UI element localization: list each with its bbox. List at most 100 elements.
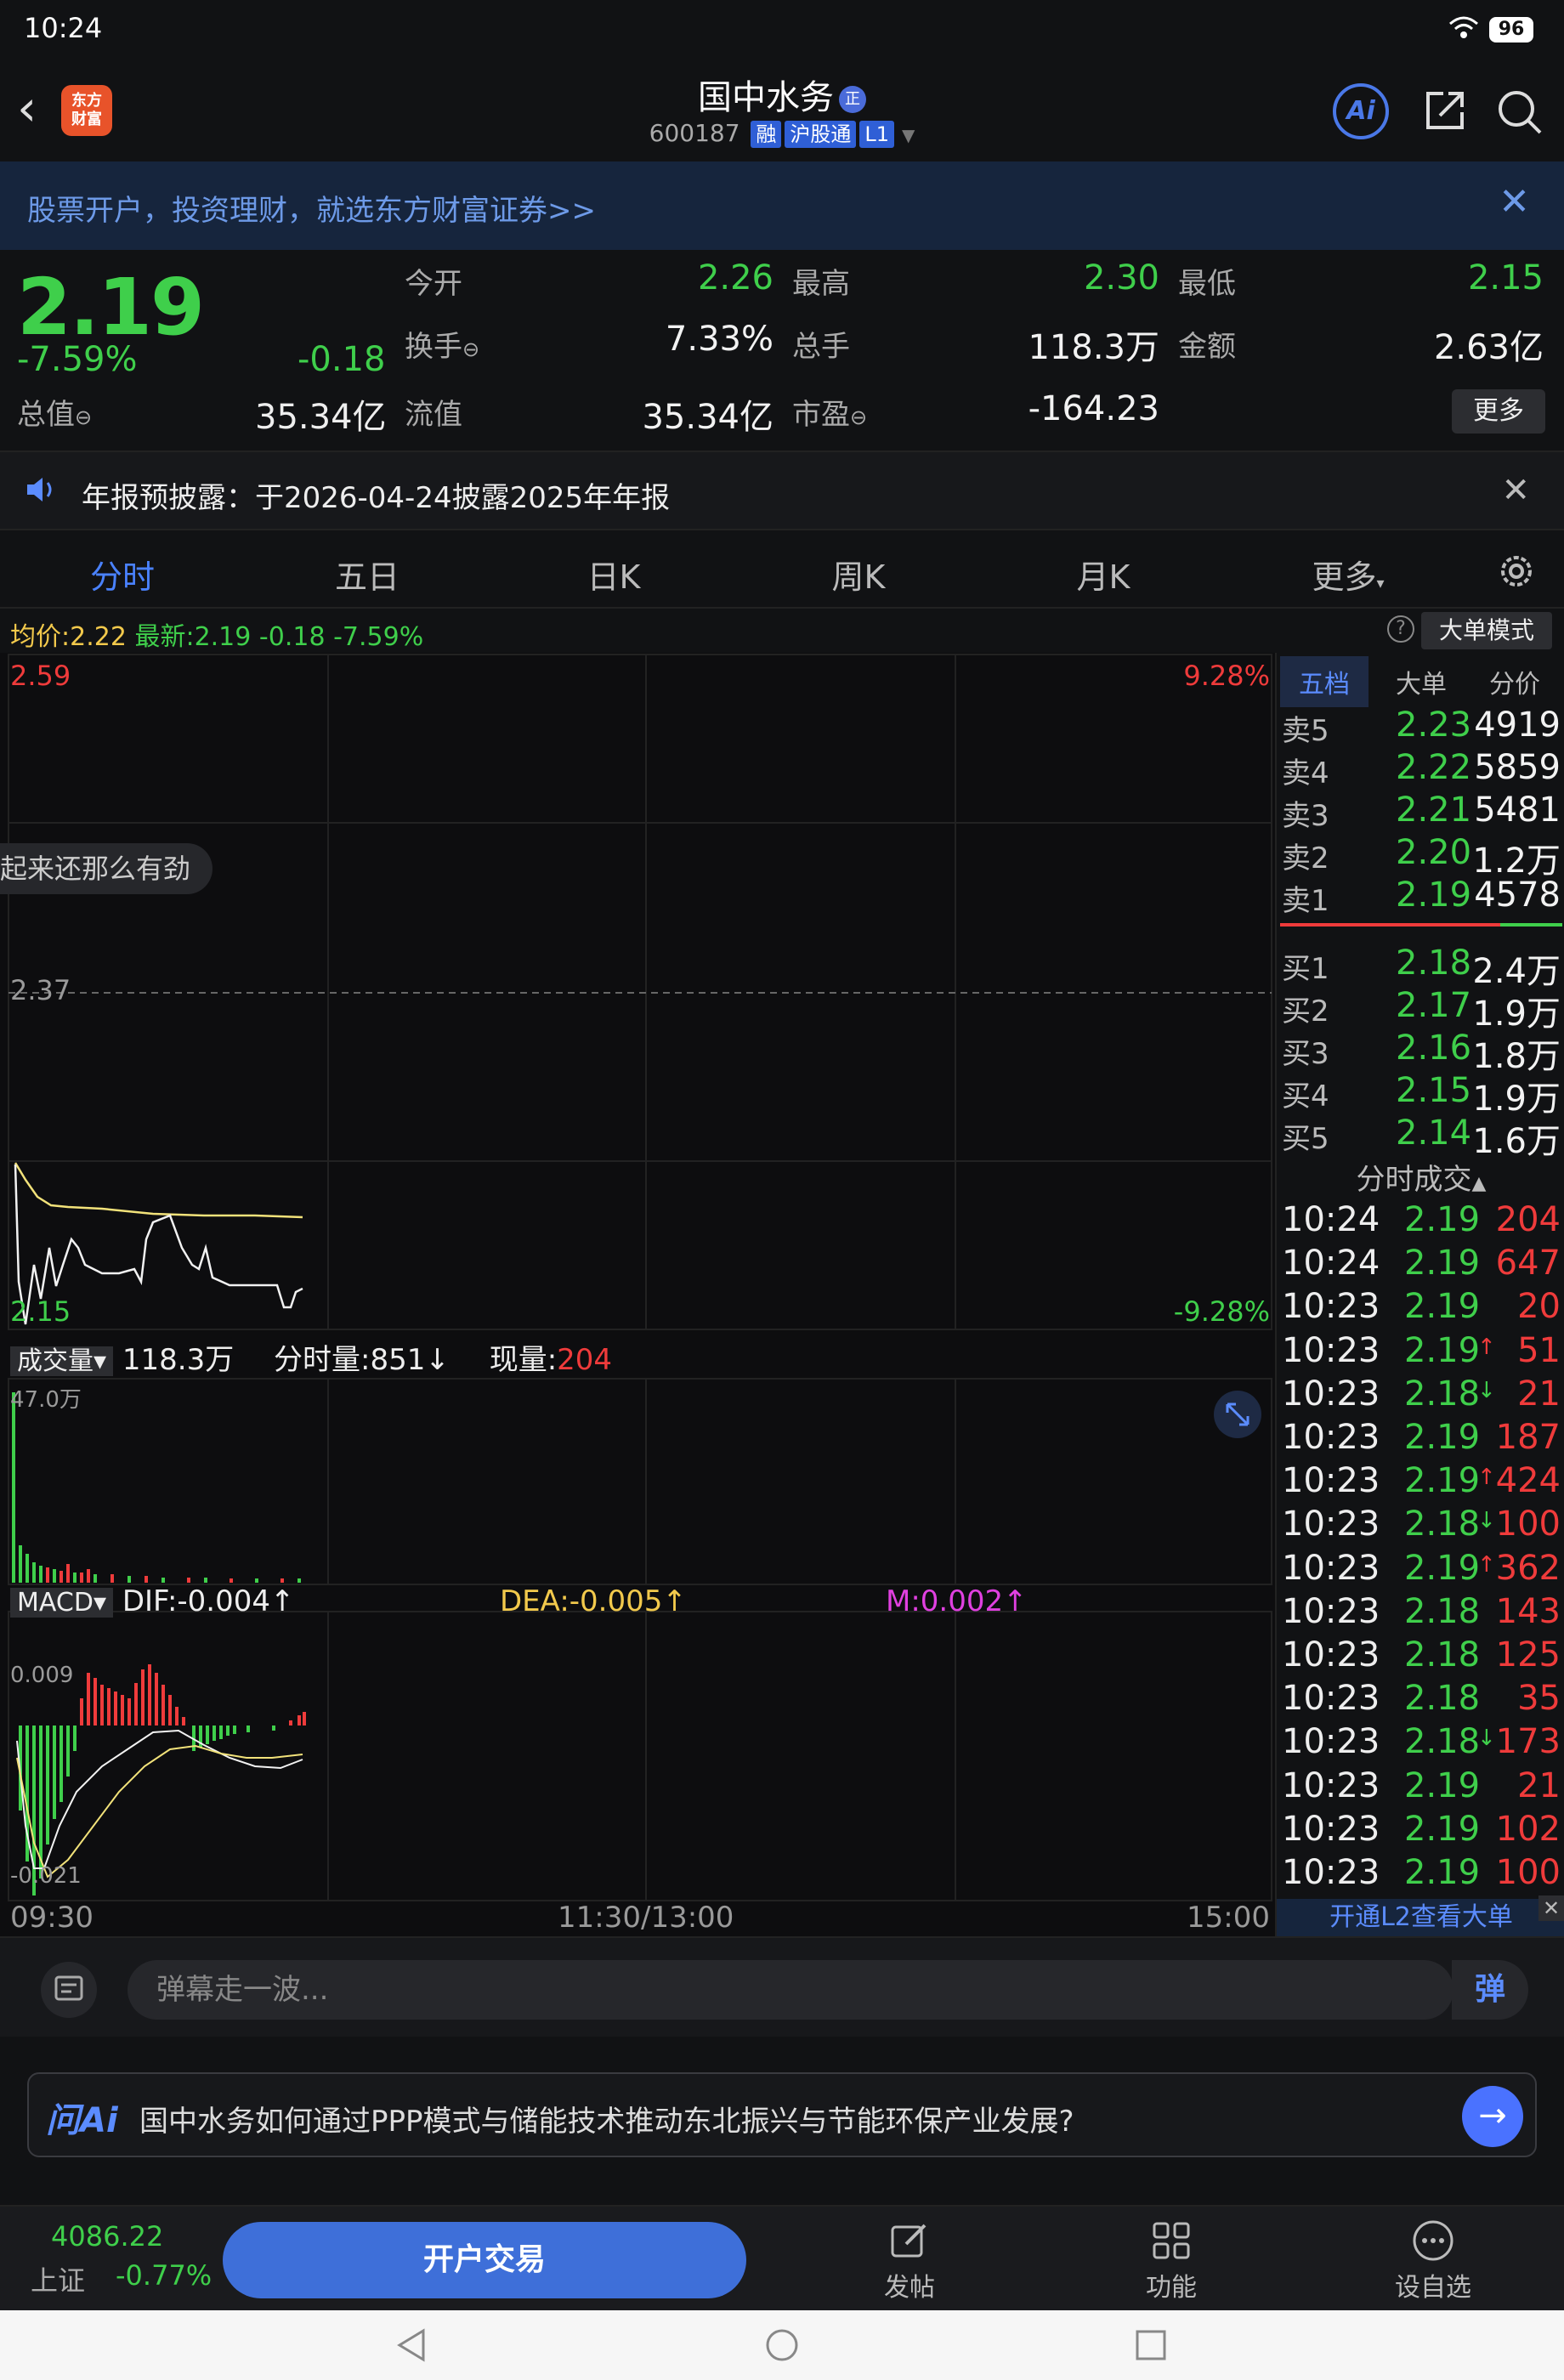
trades-title[interactable]: 分时成交▲	[1277, 1156, 1564, 1198]
status-bar: 10:24 96	[0, 0, 1564, 61]
bid-row[interactable]: 买3 2.16 1.8万	[1277, 1027, 1564, 1076]
tab-intraday[interactable]: 分时	[37, 551, 207, 618]
ask-ai-card[interactable]: 问Ai 国中水务如何通过PPP模式与储能技术推动东北振兴与节能环保产业发展? →	[27, 2072, 1537, 2157]
trade-price: 2.18	[1404, 1591, 1481, 1631]
trade-volume: 100	[1495, 1504, 1561, 1544]
close-icon[interactable]: ✕	[1499, 180, 1530, 224]
pe-value: -164.23	[1028, 389, 1159, 428]
trade-direction: ↑	[1477, 1334, 1496, 1360]
functions-button[interactable]: 功能	[1112, 2218, 1231, 2304]
trade-volume: 143	[1495, 1591, 1561, 1631]
add-watchlist-button[interactable]: 设自选	[1374, 2218, 1493, 2304]
arrow-right-icon[interactable]: →	[1462, 2086, 1523, 2147]
latest-pct: -7.59%	[333, 622, 424, 652]
search-icon[interactable]	[1494, 87, 1545, 138]
expand-icon[interactable]	[1214, 1391, 1261, 1438]
index-name[interactable]: 上证	[31, 2259, 85, 2298]
trade-price: 2.19	[1404, 1244, 1481, 1284]
price-axis-bottom: 2.15	[10, 1295, 71, 1328]
current-price: 2.19	[17, 262, 205, 353]
intraday-chart[interactable]: 2.59 9.28% 2.37 2.15 -9.28% 起来还那么有劲 成交量▾…	[0, 653, 1275, 1936]
gear-icon[interactable]	[1494, 549, 1538, 593]
l2-upgrade-link[interactable]: 开通L2查看大单	[1277, 1899, 1564, 1936]
status-time: 10:24	[24, 12, 103, 44]
bid-row[interactable]: 买4 2.15 1.9万	[1277, 1069, 1564, 1119]
trade-row: 10:23 2.18 ↓ 173	[1277, 1720, 1564, 1764]
turnover-label[interactable]: 换手⊖	[405, 323, 479, 365]
info-icon: ⊖	[462, 337, 480, 361]
ask-price: 2.22	[1396, 748, 1472, 787]
tab-five-levels[interactable]: 五档	[1280, 656, 1368, 707]
tab-price-distribution[interactable]: 分价	[1489, 663, 1540, 700]
ask-ai-question[interactable]: 国中水务如何通过PPP模式与储能技术推动东北振兴与节能环保产业发展?	[139, 2098, 1074, 2139]
trade-volume: 424	[1495, 1461, 1561, 1501]
nav-back-icon[interactable]	[397, 2328, 425, 2362]
price-axis-mid: 2.37	[10, 974, 71, 1006]
tab-more[interactable]: 更多▾	[1263, 551, 1433, 598]
bid-price: 2.14	[1396, 1114, 1472, 1153]
stock-header: ‹ 东方 财富 国中水务正 600187 融沪股通 L1 ▼ Ai	[0, 61, 1564, 162]
open-label: 今开	[405, 267, 462, 301]
ask-label: 卖5	[1282, 714, 1329, 748]
latest-change: -0.18	[258, 622, 326, 652]
ask-row[interactable]: 卖1 2.19 4578	[1277, 874, 1564, 918]
bid-label: 买3	[1282, 1037, 1329, 1071]
tab-daily-k[interactable]: 日K	[529, 551, 699, 598]
open-account-trade-button[interactable]: 开户交易	[223, 2222, 746, 2298]
ask-row[interactable]: 卖5 2.23 4919	[1277, 704, 1564, 748]
danmaku-bubble[interactable]: 起来还那么有劲	[0, 843, 213, 894]
promo-banner[interactable]: 股票开户，投资理财，就选东方财富证券>> ✕	[0, 162, 1564, 250]
danmaku-input[interactable]: 弹幕走一波...	[128, 1960, 1454, 2020]
volume-axis-max: 47.0万	[10, 1387, 82, 1413]
ask-row[interactable]: 卖2 2.20 1.2万	[1277, 831, 1564, 881]
bid-row[interactable]: 买2 2.17 1.9万	[1277, 984, 1564, 1034]
trade-time: 10:23	[1282, 1418, 1380, 1457]
help-icon[interactable]: ?	[1387, 615, 1414, 643]
trade-price: 2.19	[1404, 1548, 1481, 1588]
index-pct[interactable]: -0.77%	[116, 2259, 212, 2292]
index-value[interactable]: 4086.22	[51, 2220, 163, 2252]
banner-text[interactable]: 股票开户，投资理财，就选东方财富证券>>	[27, 187, 596, 229]
pe-label[interactable]: 市盈⊖	[792, 391, 867, 433]
ask-price: 2.23	[1396, 706, 1472, 745]
danmaku-list-icon[interactable]	[41, 1962, 97, 2018]
macd-indicator-select[interactable]: MACD▾	[10, 1588, 113, 1618]
post-button[interactable]: 发帖	[850, 2218, 969, 2304]
price-summary: 均价:2.22 最新:2.19 -0.18 -7.59%	[10, 622, 424, 652]
big-order-mode-button[interactable]: 大单模式	[1421, 612, 1552, 649]
low-value: 2.15	[1467, 258, 1544, 298]
stock-subtitle[interactable]: 600187 融沪股通 L1 ▼	[0, 119, 1564, 148]
share-icon[interactable]	[1421, 87, 1469, 134]
notice-text[interactable]: 年报预披露：于2026-04-24披露2025年年报	[82, 474, 670, 516]
notice-bar[interactable]: 年报预披露：于2026-04-24披露2025年年报 ✕	[0, 450, 1564, 529]
trade-price: 2.18	[1404, 1504, 1481, 1544]
tab-five-day[interactable]: 五日	[282, 551, 452, 598]
bid-price: 2.17	[1396, 986, 1472, 1025]
ask-row[interactable]: 卖3 2.21 5481	[1277, 789, 1564, 833]
volume-indicator-select[interactable]: 成交量▾	[10, 1346, 114, 1376]
close-icon[interactable]: ✕	[1538, 1896, 1564, 1921]
more-button[interactable]: 更多	[1452, 389, 1545, 434]
nav-home-icon[interactable]	[766, 2329, 798, 2361]
trade-direction: ↓	[1477, 1508, 1496, 1534]
tab-monthly-k[interactable]: 月K	[1018, 551, 1188, 598]
market-value-label[interactable]: 总值⊖	[17, 391, 92, 433]
trade-volume: 21	[1517, 1765, 1561, 1805]
bid-label: 买1	[1282, 952, 1329, 986]
ai-button[interactable]: Ai	[1333, 83, 1389, 139]
avg-price: 2.22	[70, 622, 127, 652]
close-icon[interactable]: ✕	[1501, 471, 1530, 510]
danmaku-toggle-button[interactable]: 弹	[1452, 1960, 1528, 2020]
high-value: 2.30	[1083, 258, 1159, 298]
ask-row[interactable]: 卖4 2.22 5859	[1277, 746, 1564, 790]
bid-row[interactable]: 买1 2.18 2.4万	[1277, 942, 1564, 991]
nav-recents-icon[interactable]	[1136, 2330, 1166, 2360]
chart-tabs: 分时 五日 日K 周K 月K 更多▾	[0, 529, 1564, 618]
tab-weekly-k[interactable]: 周K	[774, 551, 944, 598]
bid-row[interactable]: 买5 2.14 1.6万	[1277, 1112, 1564, 1161]
trade-price: 2.19	[1404, 1287, 1481, 1327]
tab-big-orders[interactable]: 大单	[1396, 663, 1447, 700]
ask-price: 2.21	[1396, 790, 1472, 830]
amount-value: 2.63亿	[1433, 328, 1544, 367]
market-value: 35.34亿	[255, 398, 387, 437]
